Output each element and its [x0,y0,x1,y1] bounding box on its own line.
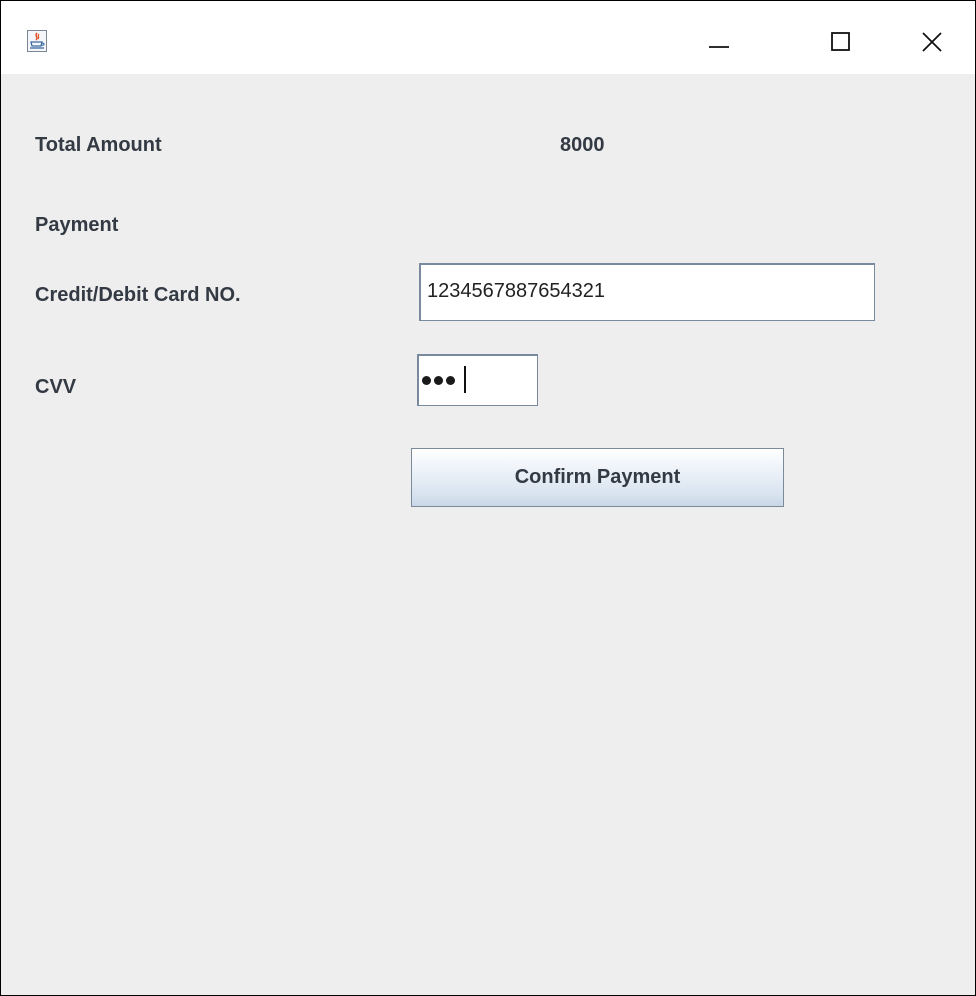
cvv-masked-value [422,376,455,385]
cvv-field[interactable] [417,354,538,406]
payment-window: Total Amount 8000 Payment Credit/Debit C… [0,0,976,996]
text-caret [464,366,466,393]
total-amount-value: 8000 [560,134,605,156]
confirm-payment-label: Confirm Payment [514,466,681,488]
mask-dot [446,376,455,385]
card-number-label: Credit/Debit Card NO. [35,284,241,306]
mask-dot [434,376,443,385]
mask-dot [422,376,431,385]
title-bar[interactable] [1,1,975,74]
cvv-label: CVV [35,376,77,398]
minimize-icon [709,46,729,48]
total-amount-label: Total Amount [35,134,162,156]
maximize-icon [831,32,850,51]
close-button[interactable] [909,19,955,65]
card-number-field[interactable]: 1234567887654321 [419,263,875,321]
close-icon [922,32,942,52]
minimize-button[interactable] [696,19,742,65]
confirm-payment-button[interactable]: Confirm Payment [411,448,784,507]
payment-label: Payment [35,214,119,236]
java-cup-icon [27,30,47,52]
maximize-button[interactable] [818,19,864,65]
